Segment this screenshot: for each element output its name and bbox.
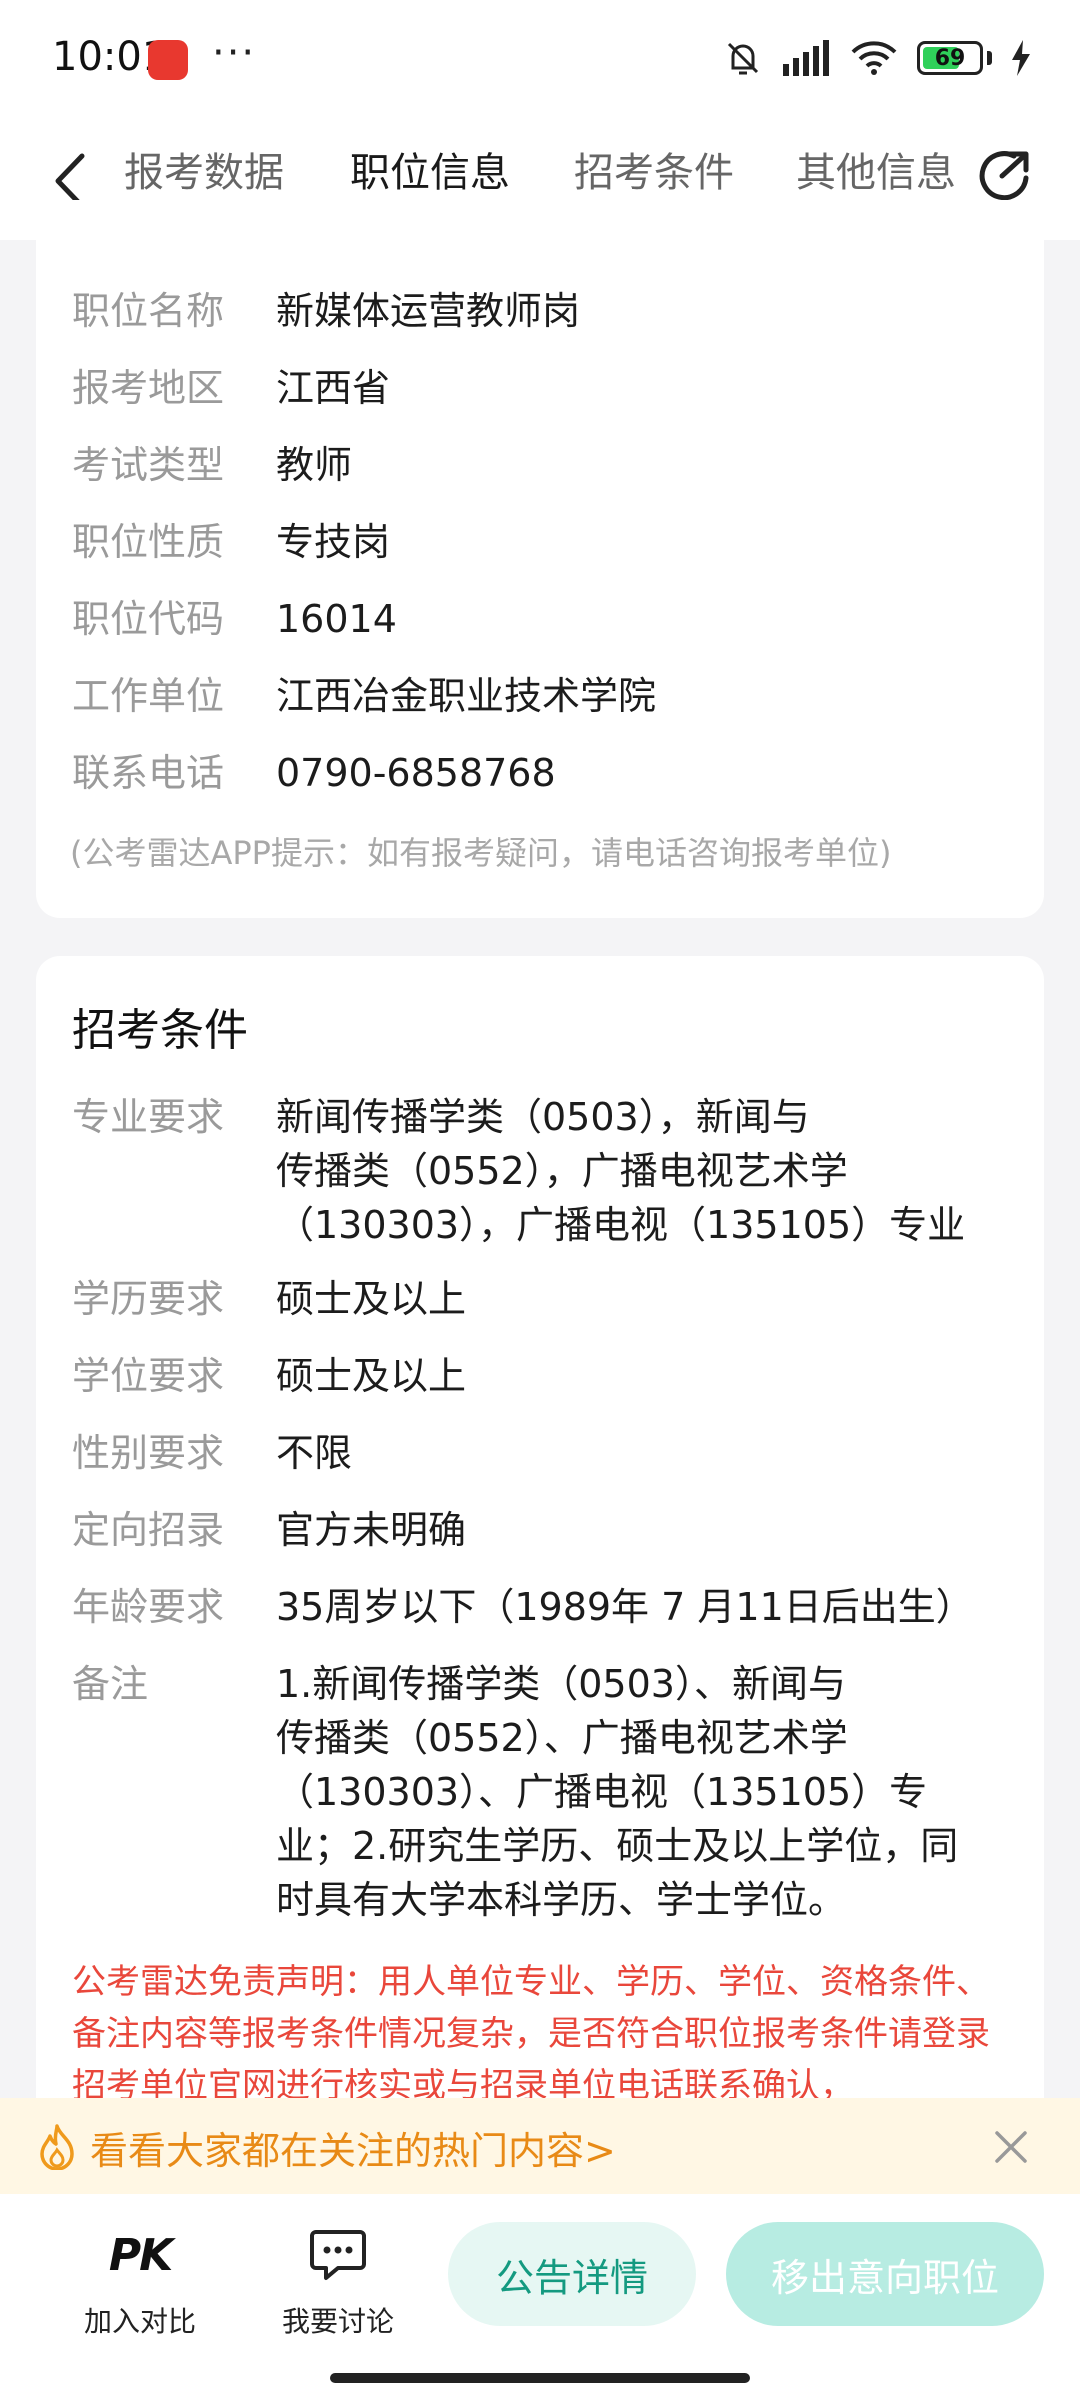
condition-row: 专业要求 新闻传播学类（0503），新闻与 传播类（0552），广播电视艺术学 … — [72, 1090, 1014, 1252]
share-icon[interactable] — [976, 146, 1036, 206]
hot-content-banner[interactable]: 看看大家都在关注的热门内容> — [0, 2098, 1080, 2194]
discuss-label: 我要讨论 — [281, 2305, 394, 2338]
wifi-icon — [851, 41, 897, 75]
info-value: 教师 — [276, 443, 353, 487]
bottom-bar: PK 加入对比 我要讨论 公告详情 移出意向职位 — [0, 2194, 1080, 2400]
condition-key: 专业要求 — [72, 1095, 225, 1139]
info-value: 专技岗 — [276, 520, 391, 564]
info-row: 工作单位 江西冶金职业技术学院 — [72, 669, 1014, 723]
consult-hint: (公考雷达APP提示：如有报考疑问，请电话咨询报考单位) — [70, 834, 892, 872]
conditions-title: 招考条件 — [72, 1005, 248, 1056]
fire-icon — [40, 2124, 74, 2170]
info-row: 职位代码 16014 — [72, 592, 1014, 646]
condition-row: 学历要求 硕士及以上 — [72, 1272, 1014, 1326]
pk-icon: PK — [108, 2229, 173, 2281]
info-key: 职位名称 — [72, 289, 225, 333]
condition-row: 学位要求 硕士及以上 — [72, 1349, 1014, 1403]
info-key: 联系电话 — [72, 751, 225, 795]
battery-tip — [987, 51, 992, 65]
info-key: 职位代码 — [72, 597, 225, 641]
info-row: 考试类型 教师 — [72, 438, 1014, 492]
compare-tool[interactable]: PK 加入对比 — [60, 2226, 220, 2340]
conditions-card: 招考条件 专业要求 新闻传播学类（0503），新闻与 传播类（0552），广播电… — [36, 956, 1044, 2156]
compare-label: 加入对比 — [83, 2305, 196, 2338]
info-row: 职位名称 新媒体运营教师岗 — [72, 284, 1014, 338]
condition-key: 学位要求 — [72, 1354, 225, 1398]
discuss-tool[interactable]: 我要讨论 — [258, 2226, 418, 2340]
signal-icon — [783, 40, 829, 76]
remove-intent-button[interactable]: 移出意向职位 — [726, 2222, 1044, 2326]
condition-key: 性别要求 — [72, 1431, 225, 1475]
mute-icon — [727, 42, 759, 75]
info-row: 报考地区 江西省 — [72, 361, 1014, 415]
info-value: 16014 — [276, 597, 397, 641]
info-row: 职位性质 专技岗 — [72, 515, 1014, 569]
chat-bubble-icon — [310, 2230, 366, 2280]
condition-value: 硕士及以上 — [276, 1277, 467, 1321]
condition-row: 定向招录 官方未明确 — [72, 1503, 1014, 1557]
condition-value: 官方未明确 — [276, 1508, 467, 1552]
home-indicator[interactable] — [330, 2373, 750, 2383]
more-notifications-icon: ··· — [212, 30, 257, 76]
info-key: 工作单位 — [72, 674, 225, 718]
charging-icon — [1012, 40, 1030, 76]
status-bar: 10:01 ··· 69 — [0, 0, 1080, 120]
condition-value: 硕士及以上 — [276, 1354, 467, 1398]
condition-key: 定向招录 — [72, 1508, 225, 1552]
condition-key: 年龄要求 — [72, 1585, 225, 1629]
condition-key: 学历要求 — [72, 1277, 225, 1321]
close-icon[interactable] — [994, 2130, 1028, 2164]
disclaimer: 公考雷达免责声明：用人单位专业、学历、学位、资格条件、备注内容等报考条件情况复杂… — [72, 1962, 990, 2106]
condition-row: 备注 1.新闻传播学类（0503）、新闻与 传播类（0552）、广播电视艺术学 … — [72, 1657, 1014, 1927]
notice-detail-button[interactable]: 公告详情 — [448, 2222, 696, 2326]
info-value: 江西冶金职业技术学院 — [276, 674, 657, 718]
banner-text[interactable]: 看看大家都在关注的热门内容> — [90, 2120, 616, 2175]
info-key: 职位性质 — [72, 520, 225, 564]
info-key: 报考地区 — [72, 366, 225, 410]
phone-row[interactable]: 联系电话 0790-6858768 — [72, 746, 1014, 800]
condition-key: 备注 — [72, 1662, 149, 1706]
condition-value: 新闻传播学类（0503），新闻与 传播类（0552），广播电视艺术学 （1303… — [276, 1095, 966, 1247]
position-info-card: 职位名称 新媒体运营教师岗 报考地区 江西省 考试类型 教师 职位性质 专技岗 … — [36, 200, 1044, 918]
status-icons: 69 — [723, 38, 1032, 78]
condition-value: 不限 — [276, 1431, 353, 1475]
info-key: 考试类型 — [72, 443, 225, 487]
info-value: 新媒体运营教师岗 — [276, 289, 581, 333]
condition-value: 35周岁以下（1989年 7 月11日后出生） — [276, 1585, 974, 1629]
battery-icon: 69 — [917, 41, 983, 75]
battery-level: 69 — [934, 45, 966, 71]
info-value: 江西省 — [276, 366, 391, 410]
phone-number[interactable]: 0790-6858768 — [276, 746, 1014, 800]
condition-row: 年龄要求 35周岁以下（1989年 7 月11日后出生） — [72, 1580, 1014, 1634]
app-notification-icon — [148, 40, 188, 80]
condition-value: 1.新闻传播学类（0503）、新闻与 传播类（0552）、广播电视艺术学 （13… — [276, 1662, 959, 1922]
condition-row: 性别要求 不限 — [72, 1426, 1014, 1480]
